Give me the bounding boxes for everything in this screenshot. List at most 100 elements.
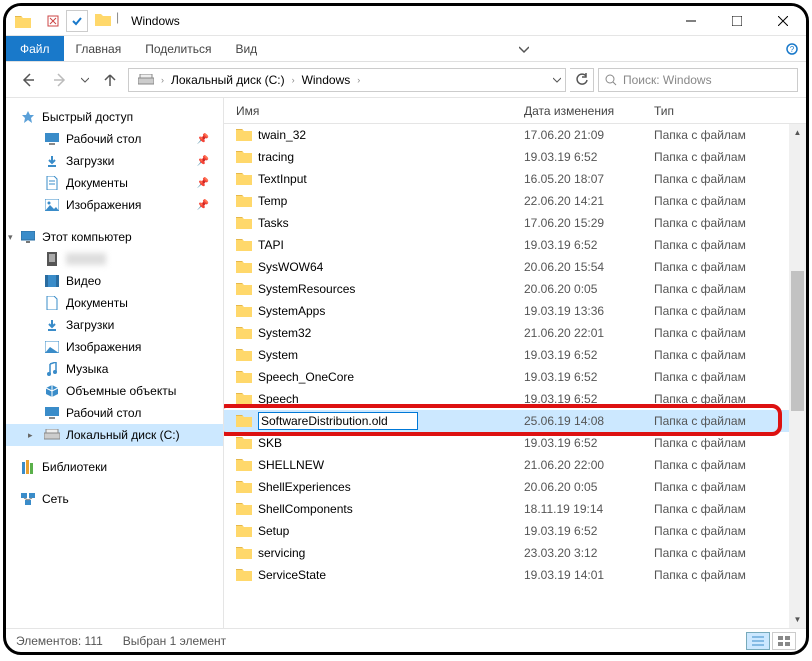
close-button[interactable] [760, 6, 806, 36]
maximize-button[interactable] [714, 6, 760, 36]
nav-recent-dropdown[interactable] [78, 66, 92, 94]
table-row[interactable]: tracing19.03.19 6:52Папка с файлам [224, 146, 806, 168]
search-box[interactable]: Поиск: Windows [598, 68, 798, 92]
sidebar-item-documents-2[interactable]: Документы [6, 292, 223, 314]
vertical-scrollbar[interactable]: ▲ ▼ [789, 124, 806, 628]
refresh-button[interactable] [570, 68, 594, 92]
view-icons-button[interactable] [772, 632, 796, 650]
sidebar-item-device[interactable] [6, 248, 223, 270]
file-name: SystemApps [258, 304, 325, 318]
tab-home[interactable]: Главная [64, 36, 134, 61]
file-name: tracing [258, 150, 294, 164]
cell-type: Папка с файлам [654, 172, 806, 186]
minimize-button[interactable] [668, 6, 714, 36]
table-row[interactable]: Speech19.03.19 6:52Папка с файлам [224, 388, 806, 410]
sidebar-item-videos[interactable]: Видео [6, 270, 223, 292]
sidebar-item-pictures-2[interactable]: Изображения [6, 336, 223, 358]
table-row[interactable]: SysWOW6420.06.20 15:54Папка с файлам [224, 256, 806, 278]
chevron-right-icon[interactable]: ▸ [28, 430, 33, 441]
cell-name: SKB [224, 435, 524, 452]
nav-up-button[interactable] [96, 66, 124, 94]
table-row[interactable]: Setup19.03.19 6:52Папка с файлам [224, 520, 806, 542]
table-row[interactable]: SKB19.03.19 6:52Папка с файлам [224, 432, 806, 454]
breadcrumb-sep[interactable]: › [355, 75, 362, 85]
address-dropdown[interactable] [553, 76, 561, 84]
sidebar-item-desktop[interactable]: Рабочий стол 📌 [6, 128, 223, 150]
ribbon-expand-button[interactable] [506, 36, 542, 61]
scroll-track[interactable] [789, 141, 806, 611]
table-row[interactable]: TextInput16.05.20 18:07Папка с файлам [224, 168, 806, 190]
table-row[interactable]: System3221.06.20 22:01Папка с файлам [224, 322, 806, 344]
column-header-type[interactable]: Тип [654, 104, 789, 118]
cell-date: 19.03.19 6:52 [524, 524, 654, 538]
table-row[interactable]: SystemResources20.06.20 0:05Папка с файл… [224, 278, 806, 300]
sidebar-item-documents[interactable]: Документы 📌 [6, 172, 223, 194]
cell-name: SystemResources [224, 281, 524, 298]
sidebar-this-pc[interactable]: ▾ Этот компьютер [6, 226, 223, 248]
breadcrumb-folder[interactable]: Windows [297, 69, 356, 91]
sidebar-item-pictures[interactable]: Изображения 📌 [6, 194, 223, 216]
folder-icon [236, 303, 252, 320]
scroll-thumb[interactable] [791, 271, 804, 411]
breadcrumb-sep[interactable]: › [159, 75, 166, 85]
chevron-down-icon[interactable]: ▾ [8, 232, 13, 243]
folder-icon [236, 391, 252, 408]
scroll-down-button[interactable]: ▼ [789, 611, 806, 628]
breadcrumb-sep[interactable]: › [290, 75, 297, 85]
view-details-button[interactable] [746, 632, 770, 650]
qat-checkbox[interactable] [66, 10, 88, 32]
table-row[interactable]: TAPI19.03.19 6:52Папка с файлам [224, 234, 806, 256]
ribbon-help-button[interactable]: ? [778, 36, 806, 61]
breadcrumb-drive[interactable]: Локальный диск (C:) [166, 69, 290, 91]
folder-icon [236, 413, 252, 430]
table-row[interactable]: SHELLNEW21.06.20 22:00Папка с файлам [224, 454, 806, 476]
table-row[interactable]: SystemApps19.03.19 13:36Папка с файлам [224, 300, 806, 322]
address-bar[interactable]: › Локальный диск (C:) › Windows › [128, 68, 566, 92]
breadcrumb-drive-icon[interactable] [133, 69, 159, 91]
table-row[interactable]: ShellExperiences20.06.20 0:05Папка с фай… [224, 476, 806, 498]
rename-input[interactable] [258, 412, 418, 430]
status-bar: Элементов: 111 Выбран 1 элемент [6, 628, 806, 652]
sidebar-item-desktop-2[interactable]: Рабочий стол [6, 402, 223, 424]
nav-forward-button[interactable] [46, 66, 74, 94]
column-header-name[interactable]: Имя [224, 104, 524, 118]
table-row[interactable]: ServiceState19.03.19 14:01Папка с файлам [224, 564, 806, 586]
sidebar-item-downloads-2[interactable]: Загрузки [6, 314, 223, 336]
tab-file[interactable]: Файл [6, 36, 64, 61]
cell-type: Папка с файлам [654, 326, 806, 340]
cell-type: Папка с файлам [654, 502, 806, 516]
folder-icon [236, 347, 252, 364]
nav-back-button[interactable] [14, 66, 42, 94]
sidebar-libraries[interactable]: Библиотеки [6, 456, 223, 478]
file-name: ShellComponents [258, 502, 353, 516]
navigation-pane[interactable]: Быстрый доступ Рабочий стол 📌 Загрузки 📌… [6, 98, 224, 628]
sidebar-item-downloads[interactable]: Загрузки 📌 [6, 150, 223, 172]
table-row[interactable]: twain_3217.06.20 21:09Папка с файлам [224, 124, 806, 146]
cell-date: 21.06.20 22:01 [524, 326, 654, 340]
table-row[interactable]: Speech_OneCore19.03.19 6:52Папка с файла… [224, 366, 806, 388]
tab-share[interactable]: Поделиться [133, 36, 223, 61]
table-row[interactable]: ShellComponents18.11.19 19:14Папка с фай… [224, 498, 806, 520]
sidebar-network[interactable]: Сеть [6, 488, 223, 510]
table-row[interactable]: Temp22.06.20 14:21Папка с файлам [224, 190, 806, 212]
sidebar-quick-access[interactable]: Быстрый доступ [6, 106, 223, 128]
qat-properties-icon[interactable] [42, 10, 64, 32]
pin-icon: 📌 [197, 178, 209, 189]
table-row[interactable]: Tasks17.06.20 15:29Папка с файлам [224, 212, 806, 234]
cell-date: 21.06.20 22:00 [524, 458, 654, 472]
column-headers: Имя Дата изменения Тип [224, 98, 806, 124]
cell-date: 20.06.20 0:05 [524, 480, 654, 494]
scroll-up-button[interactable]: ▲ [789, 124, 806, 141]
table-row[interactable]: System19.03.19 6:52Папка с файлам [224, 344, 806, 366]
tab-view[interactable]: Вид [223, 36, 269, 61]
sidebar-item-local-disk-c[interactable]: ▸ Локальный диск (C:) [6, 424, 223, 446]
window-title: Windows [125, 14, 180, 28]
column-header-date[interactable]: Дата изменения [524, 104, 654, 118]
file-rows[interactable]: twain_3217.06.20 21:09Папка с файламtrac… [224, 124, 806, 628]
qat-folder-icon[interactable] [94, 10, 112, 28]
table-row[interactable]: servicing23.03.20 3:12Папка с файлам [224, 542, 806, 564]
sidebar-item-music[interactable]: Музыка [6, 358, 223, 380]
table-row[interactable]: 25.06.19 14:08Папка с файлам [224, 410, 806, 432]
sidebar-item-3d-objects[interactable]: Объемные объекты [6, 380, 223, 402]
cell-date: 19.03.19 6:52 [524, 348, 654, 362]
